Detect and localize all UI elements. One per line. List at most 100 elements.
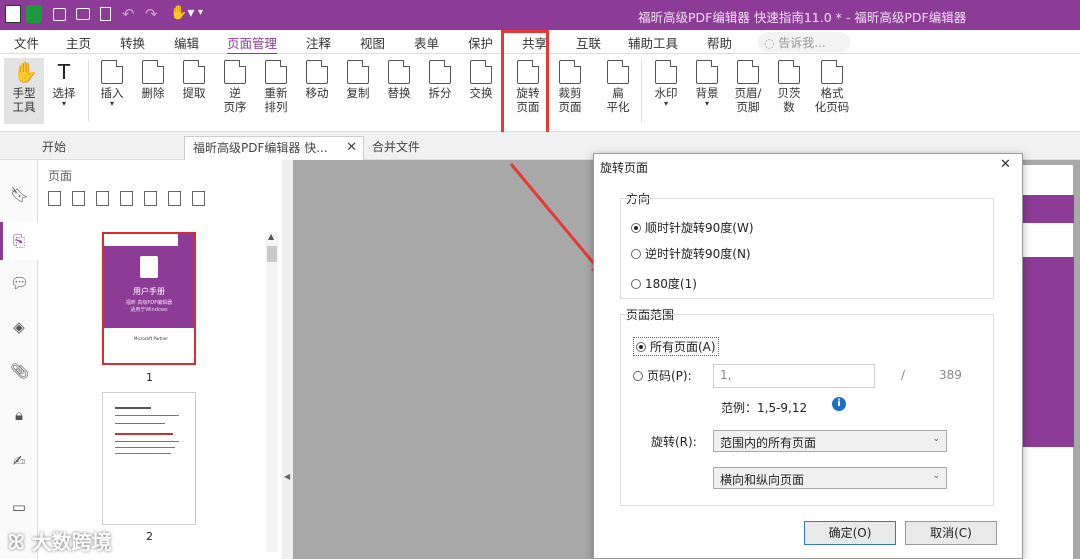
- rotate-pages-dialog: 旋转页面 ✕ 方向 顺时针旋转90度(W) 逆时针旋转90度(N) 180度(1…: [593, 153, 1023, 559]
- menu-protect[interactable]: 保护: [468, 33, 493, 52]
- page-preview-purple-band: [1022, 257, 1074, 447]
- redo-icon[interactable]: ↷: [145, 5, 158, 23]
- left-nav-rail: 🔖︎ ⎘ 💬︎ ◈ 📎︎ 🔒︎ ✍︎ ▭: [0, 160, 38, 559]
- page-range-input[interactable]: 1,: [713, 364, 875, 388]
- tab-quick-guide[interactable]: 福昕高级PDF编辑器 快... ✕: [184, 136, 364, 160]
- all-pages-radio[interactable]: 所有页面(A): [633, 337, 719, 356]
- crop-label: 裁剪 页面: [558, 86, 582, 114]
- select-tool-button[interactable]: T 选择 ▾: [44, 58, 84, 108]
- tell-me-search[interactable]: ◌ 告诉我...: [758, 32, 850, 52]
- watermark-button[interactable]: 水印 ▾: [646, 58, 686, 108]
- new-document-icon[interactable]: [100, 7, 111, 21]
- move-page-button[interactable]: 移动: [297, 58, 337, 100]
- page-thumbnail-2[interactable]: [102, 392, 196, 525]
- close-tab-icon[interactable]: ✕: [346, 137, 357, 159]
- flatten-button[interactable]: 扁 平化: [598, 58, 638, 114]
- thumb-settings-icon[interactable]: [192, 191, 205, 206]
- page-number-radio[interactable]: 页码(P):: [633, 367, 692, 384]
- insert-thumb-icon[interactable]: [96, 191, 109, 206]
- delete-thumb-icon[interactable]: [168, 191, 181, 206]
- rotate-180-radio[interactable]: 180度(1): [631, 275, 697, 292]
- menu-comment[interactable]: 注释: [306, 33, 331, 52]
- add-page-thumb-icon[interactable]: [144, 191, 157, 206]
- format-page-number-icon: [821, 60, 843, 84]
- cover-subtitle: 福昕 高级PDF编辑器: [125, 300, 173, 306]
- signature-icon[interactable]: ✍︎: [10, 452, 28, 470]
- format-page-number-button[interactable]: 格式 化页码: [812, 58, 852, 114]
- text-line: [115, 447, 175, 448]
- menu-connect[interactable]: 互联: [576, 33, 601, 52]
- split-button[interactable]: 拆分: [420, 58, 460, 100]
- insert-dropdown-icon: ▾: [109, 99, 114, 108]
- security-lock-icon[interactable]: 🔒︎: [10, 406, 28, 424]
- reverse-pages-button[interactable]: 逆 页序: [215, 58, 255, 114]
- delete-page-button[interactable]: 删除: [133, 58, 173, 100]
- split-icon: [429, 60, 451, 84]
- dialog-close-icon[interactable]: ✕: [1000, 157, 1011, 172]
- cancel-button[interactable]: 取消(C): [905, 521, 997, 545]
- copy-page-button[interactable]: 复制: [338, 58, 378, 100]
- attachment-icon[interactable]: 📎︎: [10, 362, 29, 380]
- replace-page-button[interactable]: 替换: [379, 58, 419, 100]
- bates-number-icon: [778, 60, 800, 84]
- tab-start-label: 开始: [42, 140, 67, 154]
- reverse-label: 逆 页序: [223, 86, 247, 114]
- cw-label: 顺时针旋转90度(W): [645, 221, 754, 235]
- menu-edit[interactable]: 编辑: [174, 33, 199, 52]
- rotate-thumb-icon[interactable]: [120, 191, 133, 206]
- rotate-scope-value: 范围内的所有页面: [720, 436, 817, 450]
- reverse-pages-icon: [224, 60, 246, 84]
- swap-page-button[interactable]: 交换: [461, 58, 501, 100]
- radio-icon: [633, 371, 643, 381]
- layers-icon[interactable]: ◈: [10, 318, 28, 336]
- tab-merge-files[interactable]: 合并文件: [364, 136, 428, 160]
- select-dropdown-icon: ▾: [61, 99, 66, 108]
- background-button[interactable]: 背景 ▾: [687, 58, 727, 108]
- partner-logo: Microsoft Partner: [134, 336, 169, 341]
- undo-icon[interactable]: ↶: [122, 5, 135, 23]
- scroll-thumb[interactable]: [267, 246, 277, 262]
- thumb-scrollbar[interactable]: ▲: [266, 232, 278, 552]
- watermark-text: 大数跨境: [31, 530, 112, 554]
- crop-page-button[interactable]: 裁剪 页面: [550, 58, 590, 114]
- ribbon-divider: [641, 60, 642, 122]
- cover-title: 用户手册: [133, 287, 165, 296]
- orientation-select[interactable]: 横向和纵向页面 ⌄: [713, 467, 947, 489]
- ok-button[interactable]: 确定(O): [804, 521, 896, 545]
- rotate-scope-select[interactable]: 范围内的所有页面 ⌄: [713, 430, 947, 452]
- menu-file[interactable]: 文件: [14, 33, 39, 52]
- extract-page-button[interactable]: 提取: [174, 58, 214, 100]
- menu-help[interactable]: 帮助: [707, 33, 732, 52]
- menu-home[interactable]: 主页: [66, 33, 91, 52]
- bates-number-button[interactable]: 贝茨 数: [769, 58, 809, 114]
- menu-form[interactable]: 表单: [414, 33, 439, 52]
- menu-view[interactable]: 视图: [360, 33, 385, 52]
- scroll-up-icon[interactable]: ▲: [268, 232, 274, 241]
- tell-me-placeholder: 告诉我...: [778, 36, 826, 50]
- customize-quick-access-icon[interactable]: ▾: [198, 7, 203, 18]
- reorder-pages-button[interactable]: 重新 排列: [256, 58, 296, 114]
- panel-splitter[interactable]: ◀: [282, 160, 293, 559]
- print-icon[interactable]: [76, 8, 90, 20]
- comment-icon[interactable]: 💬︎: [10, 274, 29, 292]
- zoom-out-thumb-icon[interactable]: [72, 191, 85, 206]
- header-footer-button[interactable]: 页眉/ 页脚: [728, 58, 768, 114]
- info-icon[interactable]: i: [832, 397, 846, 411]
- document-properties-icon[interactable]: ▭: [10, 498, 28, 516]
- rotate-counterclockwise-radio[interactable]: 逆时针旋转90度(N): [631, 245, 751, 262]
- extract-label: 提取: [182, 86, 206, 100]
- text-line: [115, 415, 179, 416]
- menu-page-management[interactable]: 页面管理: [227, 33, 278, 55]
- hand-tool-quick-icon[interactable]: ✋▾: [170, 5, 194, 21]
- rotate-clockwise-radio[interactable]: 顺时针旋转90度(W): [631, 219, 754, 236]
- menu-accessibility[interactable]: 辅助工具: [628, 33, 678, 52]
- tab-start[interactable]: 开始: [34, 136, 74, 160]
- save-icon[interactable]: [53, 8, 66, 21]
- zoom-in-thumb-icon[interactable]: [48, 191, 61, 206]
- collapse-panel-icon[interactable]: ◀: [284, 472, 290, 481]
- menu-convert[interactable]: 转换: [120, 33, 145, 52]
- insert-page-button[interactable]: 插入 ▾: [92, 58, 132, 108]
- bookmark-icon[interactable]: 🔖︎: [10, 186, 29, 204]
- page-thumbnail-1[interactable]: 用户手册 福昕 高级PDF编辑器 适用于Windows Microsoft Pa…: [102, 232, 196, 365]
- hand-tool-button[interactable]: ✋ 手型 工具: [4, 58, 44, 124]
